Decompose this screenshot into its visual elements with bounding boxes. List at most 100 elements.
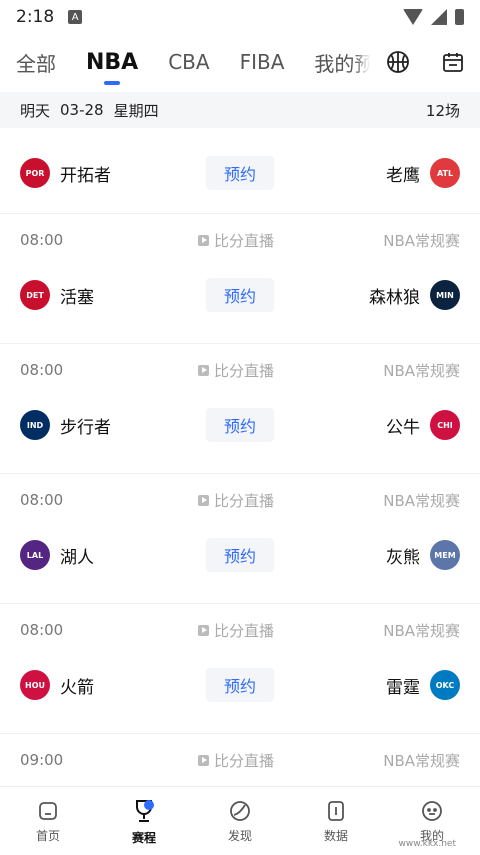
game-meta: 08:00 比分直播 NBA常规赛 <box>20 230 460 250</box>
discover-icon <box>230 800 250 821</box>
live-label: 比分直播 <box>214 621 275 640</box>
game-meta: 08:00 比分直播 NBA常规赛 <box>20 620 460 640</box>
bottom-nav: 首页 赛程 发现 数据 我的 www.kkx.net <box>0 786 480 855</box>
game-time: 08:00 <box>20 361 64 379</box>
league-label: NBA常规赛 <box>383 231 460 250</box>
nav-home[interactable]: 首页 <box>0 787 96 855</box>
date-weekday: 星期四 <box>113 101 159 120</box>
game-row[interactable]: 08:00 比分直播 NBA常规赛 LAL 湖人 预约 灰熊 MEM <box>0 474 480 604</box>
date-bar: 明天 03-28 星期四 12场 <box>0 92 480 128</box>
team-logo-icon: OKC <box>430 670 460 700</box>
home-team[interactable]: DET 活塞 <box>20 280 170 310</box>
game-meta: 09:00 比分直播 NBA常规赛 <box>20 750 460 770</box>
game-meta: 08:00 比分直播 NBA常规赛 <box>20 490 460 510</box>
profile-icon <box>422 800 442 821</box>
play-icon <box>198 364 209 376</box>
trophy-icon <box>136 799 154 822</box>
home-team-name: 步行者 <box>60 417 111 438</box>
home-team[interactable]: IND 步行者 <box>20 410 170 440</box>
game-row[interactable]: POR 开拓者 预约 老鹰 ATL <box>0 128 480 214</box>
tab-fiba[interactable]: FIBA <box>240 50 285 74</box>
league-label: NBA常规赛 <box>383 361 460 380</box>
tab-cba[interactable]: CBA <box>168 50 209 74</box>
away-team-name: 灰熊 <box>386 547 420 568</box>
reserve-button[interactable]: 预约 <box>206 408 274 442</box>
play-icon <box>198 234 209 246</box>
nav-label: 数据 <box>323 828 348 843</box>
home-team-name: 开拓者 <box>60 165 111 186</box>
home-team[interactable]: LAL 湖人 <box>20 540 170 570</box>
nav-label: 赛程 <box>131 830 156 845</box>
matchup-row: IND 步行者 预约 公牛 CHI <box>20 408 460 442</box>
home-team-name: 活塞 <box>60 287 94 308</box>
league-label: NBA常规赛 <box>383 491 460 510</box>
away-team-name: 森林狼 <box>369 287 420 308</box>
tab-actions <box>370 34 480 90</box>
watermark: www.kkx.net <box>398 839 457 849</box>
live-score-link[interactable]: 比分直播 <box>198 360 274 381</box>
live-score-link[interactable]: 比分直播 <box>198 750 274 771</box>
live-score-link[interactable]: 比分直播 <box>198 490 274 511</box>
live-label: 比分直播 <box>214 491 275 510</box>
away-team[interactable]: 森林狼 MIN <box>369 280 460 310</box>
status-bar: 2:18 A <box>0 0 480 34</box>
basketball-icon[interactable] <box>385 49 411 75</box>
play-icon <box>198 624 209 636</box>
tab-my-reservations[interactable]: 我的预 <box>314 48 374 77</box>
away-team[interactable]: 灰熊 MEM <box>386 540 460 570</box>
game-time: 08:00 <box>20 621 64 639</box>
tab-all[interactable]: 全部 <box>16 48 56 77</box>
calendar-icon[interactable] <box>440 49 466 75</box>
signal-icon <box>431 9 447 25</box>
team-logo-icon: DET <box>20 280 50 310</box>
live-label: 比分直播 <box>214 751 275 770</box>
home-team-name: 湖人 <box>60 547 94 568</box>
reserve-button[interactable]: 预约 <box>206 156 274 190</box>
game-time: 08:00 <box>20 491 64 509</box>
nav-data[interactable]: 数据 <box>288 787 384 855</box>
nav-label: 发现 <box>227 828 252 843</box>
team-logo-icon: HOU <box>20 670 50 700</box>
date-date: 03-28 <box>60 101 104 119</box>
away-team[interactable]: 雷霆 OKC <box>386 670 460 700</box>
away-team[interactable]: 公牛 CHI <box>386 410 460 440</box>
team-logo-icon: ATL <box>430 158 460 188</box>
play-icon <box>198 494 209 506</box>
away-team-name: 老鹰 <box>386 165 420 186</box>
nav-schedule[interactable]: 赛程 <box>96 787 192 855</box>
away-team[interactable]: 老鹰 ATL <box>386 158 460 188</box>
matchup-row: LAL 湖人 预约 灰熊 MEM <box>20 538 460 572</box>
tab-nba[interactable]: NBA <box>86 50 138 75</box>
team-logo-icon: CHI <box>430 410 460 440</box>
matchup-row: POR 开拓者 预约 老鹰 ATL <box>20 156 460 190</box>
home-team[interactable]: HOU 火箭 <box>20 670 170 700</box>
live-label: 比分直播 <box>214 231 275 250</box>
league-label: NBA常规赛 <box>383 751 460 770</box>
team-logo-icon: MEM <box>430 540 460 570</box>
away-team-name: 公牛 <box>386 417 420 438</box>
home-icon <box>39 801 57 820</box>
team-logo-icon: MIN <box>430 280 460 310</box>
home-team[interactable]: POR 开拓者 <box>20 158 170 188</box>
game-list[interactable]: POR 开拓者 预约 老鹰 ATL 08:00 比分直播 NBA常规赛 DET … <box>0 128 480 786</box>
nav-label: 首页 <box>35 828 60 843</box>
battery-icon <box>455 9 464 25</box>
league-label: NBA常规赛 <box>383 621 460 640</box>
live-score-link[interactable]: 比分直播 <box>198 230 274 251</box>
date-day: 明天 <box>20 101 51 120</box>
live-score-link[interactable]: 比分直播 <box>198 620 274 641</box>
game-row[interactable]: 09:00 比分直播 NBA常规赛 <box>0 734 480 786</box>
reserve-button[interactable]: 预约 <box>206 668 274 702</box>
game-time: 09:00 <box>20 751 64 769</box>
team-logo-icon: LAL <box>20 540 50 570</box>
away-team-name: 雷霆 <box>386 677 420 698</box>
game-row[interactable]: 08:00 比分直播 NBA常规赛 HOU 火箭 预约 雷霆 OKC <box>0 604 480 734</box>
play-icon <box>198 754 209 766</box>
home-team-name: 火箭 <box>60 677 94 698</box>
game-row[interactable]: 08:00 比分直播 NBA常规赛 DET 活塞 预约 森林狼 MIN <box>0 214 480 344</box>
reserve-button[interactable]: 预约 <box>206 538 274 572</box>
nav-discover[interactable]: 发现 <box>192 787 288 855</box>
status-time: 2:18 <box>16 7 55 27</box>
game-row[interactable]: 08:00 比分直播 NBA常规赛 IND 步行者 预约 公牛 CHI <box>0 344 480 474</box>
reserve-button[interactable]: 预约 <box>206 278 274 312</box>
